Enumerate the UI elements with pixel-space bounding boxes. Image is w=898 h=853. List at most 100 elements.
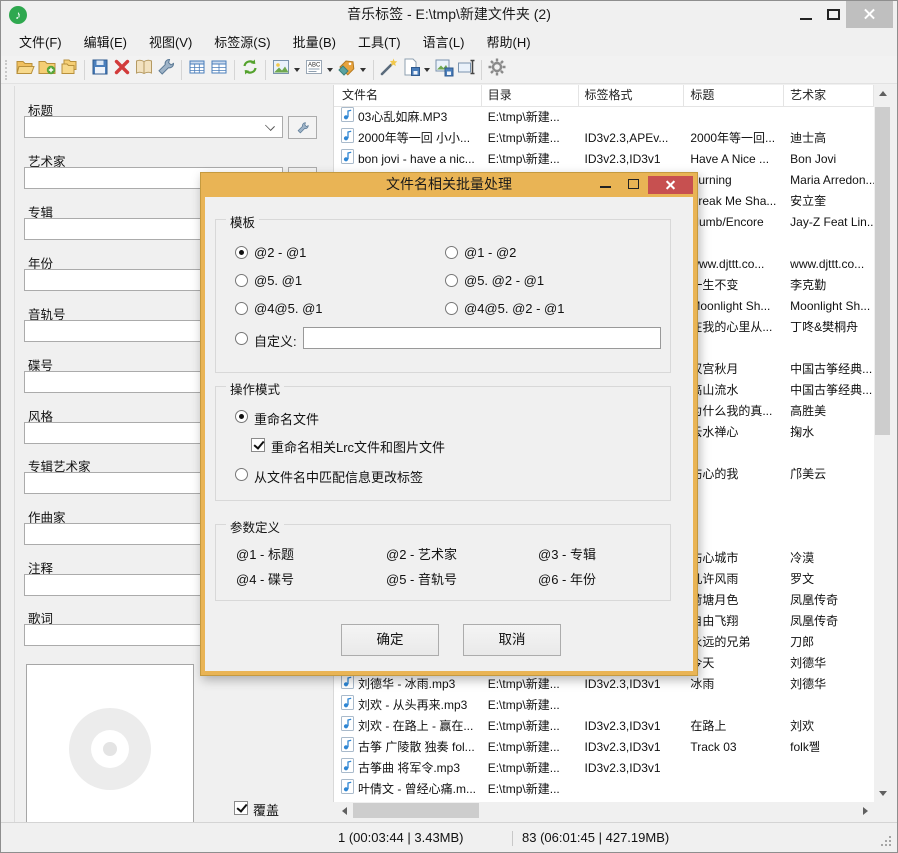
grid-view-button[interactable] bbox=[186, 58, 208, 82]
delete-button[interactable] bbox=[111, 58, 133, 82]
menu-item-8[interactable]: 帮助(H) bbox=[475, 30, 541, 56]
cell-title: Burning bbox=[684, 170, 784, 191]
rename-related-checkbox[interactable] bbox=[251, 438, 265, 452]
template-option-label-5[interactable]: @4@5. @1 bbox=[254, 301, 323, 316]
template-radio-6[interactable] bbox=[445, 302, 458, 315]
column-header-5[interactable]: 艺术家 bbox=[784, 85, 874, 106]
open-folder-button[interactable] bbox=[14, 58, 36, 82]
maximize-button[interactable] bbox=[827, 9, 840, 20]
cancel-button[interactable]: 取消 bbox=[463, 624, 561, 656]
dropdown-arrow-icon[interactable] bbox=[360, 68, 366, 72]
table-row[interactable]: 叶倩文 - 曾经心痛.m...E:\tmp\新建... bbox=[334, 779, 874, 800]
template-custom-radio[interactable] bbox=[235, 332, 248, 345]
panel-splitter[interactable] bbox=[14, 86, 15, 845]
refresh-button[interactable] bbox=[239, 58, 261, 82]
template-option-label-2[interactable]: @1 - @2 bbox=[464, 245, 516, 260]
match-tag-label[interactable]: 从文件名中匹配信息更改标签 bbox=[254, 467, 423, 486]
menu-item-3[interactable]: 视图(V) bbox=[138, 30, 203, 56]
image-save-button[interactable] bbox=[433, 58, 455, 82]
template-radio-2[interactable] bbox=[445, 246, 458, 259]
lyrics-book-button[interactable] bbox=[133, 58, 155, 82]
template-custom-label[interactable]: 自定义: bbox=[254, 331, 297, 350]
dropdown-arrow-icon[interactable] bbox=[327, 68, 333, 72]
custom-template-input[interactable] bbox=[303, 327, 661, 349]
template-radio-1[interactable] bbox=[235, 246, 248, 259]
copy-folder-button[interactable] bbox=[58, 58, 80, 82]
overwrite-label[interactable]: 覆盖 bbox=[253, 800, 279, 819]
save-button[interactable] bbox=[89, 58, 111, 82]
template-radio-4[interactable] bbox=[445, 274, 458, 287]
settings-gear-button[interactable] bbox=[486, 58, 508, 82]
menu-item-5[interactable]: 批量(B) bbox=[282, 30, 347, 56]
menu-item-4[interactable]: 标签源(S) bbox=[203, 30, 281, 56]
column-header-1[interactable]: 文件名 bbox=[334, 85, 482, 106]
vertical-scroll-thumb[interactable] bbox=[875, 107, 890, 435]
album-art-box[interactable] bbox=[26, 664, 194, 833]
wrench-button[interactable] bbox=[155, 58, 177, 82]
menu-item-2[interactable]: 编辑(E) bbox=[73, 30, 138, 56]
table-row[interactable]: 刘德华 - 冰雨.mp3E:\tmp\新建...ID3v2.3,ID3v1冰雨刘… bbox=[334, 674, 874, 695]
template-option-label-6[interactable]: @4@5. @2 - @1 bbox=[464, 301, 564, 316]
template-option-label-4[interactable]: @5. @2 - @1 bbox=[464, 273, 544, 288]
menu-item-6[interactable]: 工具(T) bbox=[347, 30, 412, 56]
cell-title: 在路上 bbox=[684, 716, 784, 737]
cell-title: 几许风雨 bbox=[684, 569, 784, 590]
rename-file-label[interactable]: 重命名文件 bbox=[254, 409, 319, 428]
dropdown-arrow-icon[interactable] bbox=[424, 68, 430, 72]
vertical-scrollbar[interactable] bbox=[874, 85, 891, 802]
table-row[interactable]: 2000年等一回 小小...E:\tmp\新建...ID3v2.3,APEv..… bbox=[334, 128, 874, 149]
table-row[interactable]: 古筝曲 将军令.mp3E:\tmp\新建...ID3v2.3,ID3v1 bbox=[334, 758, 874, 779]
horizontal-scrollbar[interactable] bbox=[336, 802, 874, 819]
cell-dir: E:\tmp\新建... bbox=[482, 758, 579, 779]
title-combobox[interactable] bbox=[24, 116, 283, 138]
toolbar-separator bbox=[373, 60, 374, 80]
overwrite-checkbox[interactable] bbox=[234, 801, 248, 815]
match-tag-radio[interactable] bbox=[235, 468, 248, 481]
menu-item-1[interactable]: 文件(F) bbox=[8, 30, 73, 56]
template-option-label-3[interactable]: @5. @1 bbox=[254, 273, 302, 288]
scroll-up-icon[interactable] bbox=[874, 85, 891, 102]
scroll-down-icon[interactable] bbox=[874, 785, 891, 802]
cover-art-button[interactable] bbox=[270, 58, 303, 82]
menu-item-7[interactable]: 语言(L) bbox=[412, 30, 476, 56]
column-header-3[interactable]: 标签格式 bbox=[579, 85, 685, 106]
cell-title bbox=[684, 443, 784, 464]
settings-gear-icon bbox=[487, 57, 507, 82]
rename-file-radio[interactable] bbox=[235, 410, 248, 423]
minimize-button[interactable] bbox=[800, 18, 812, 20]
template-radio-5[interactable] bbox=[235, 302, 248, 315]
table-row[interactable]: 03心乱如麻.MP3E:\tmp\新建... bbox=[334, 107, 874, 128]
rename-related-label[interactable]: 重命名相关Lrc文件和图片文件 bbox=[271, 437, 445, 456]
column-header-4[interactable]: 标题 bbox=[684, 85, 784, 106]
cell-artist: 罗文 bbox=[784, 569, 874, 590]
close-button[interactable] bbox=[846, 1, 893, 28]
dropdown-arrow-icon[interactable] bbox=[294, 68, 300, 72]
param-def-3: @3 - 专辑 bbox=[538, 544, 596, 563]
rename-button[interactable] bbox=[455, 58, 477, 82]
table-row[interactable]: 刘欢 - 从头再来.mp3E:\tmp\新建... bbox=[334, 695, 874, 716]
table-row[interactable]: bon jovi - have a nic...E:\tmp\新建...ID3v… bbox=[334, 149, 874, 170]
dialog-minimize-button[interactable] bbox=[600, 186, 611, 188]
template-radio-3[interactable] bbox=[235, 274, 248, 287]
cell-title bbox=[684, 485, 784, 506]
scroll-right-icon[interactable] bbox=[857, 802, 874, 819]
resize-grip[interactable] bbox=[889, 844, 891, 846]
file-save-button[interactable] bbox=[400, 58, 433, 82]
dialog-close-button[interactable] bbox=[648, 176, 693, 194]
text-convert-button[interactable]: ABC bbox=[303, 58, 336, 82]
tag-source-button[interactable] bbox=[336, 58, 369, 82]
ok-button[interactable]: 确定 bbox=[341, 624, 439, 656]
horizontal-scroll-thumb[interactable] bbox=[353, 803, 479, 818]
table-row[interactable]: 古筝 广陵散 独奏 fol...E:\tmp\新建...ID3v2.3,ID3v… bbox=[334, 737, 874, 758]
magic-wand-button[interactable] bbox=[378, 58, 400, 82]
new-folder-button[interactable] bbox=[36, 58, 58, 82]
table-row[interactable]: 刘欢 - 在路上 - 赢在...E:\tmp\新建...ID3v2.3,ID3v… bbox=[334, 716, 874, 737]
scroll-left-icon[interactable] bbox=[336, 802, 353, 819]
dialog-maximize-button[interactable] bbox=[628, 179, 639, 189]
template-option-label-1[interactable]: @2 - @1 bbox=[254, 245, 306, 260]
toolbar-separator bbox=[265, 60, 266, 80]
field-tool-button[interactable] bbox=[288, 116, 317, 139]
column-header-2[interactable]: 目录 bbox=[482, 85, 579, 106]
column-view-button[interactable] bbox=[208, 58, 230, 82]
cell-artist: 迪士高 bbox=[784, 128, 874, 149]
